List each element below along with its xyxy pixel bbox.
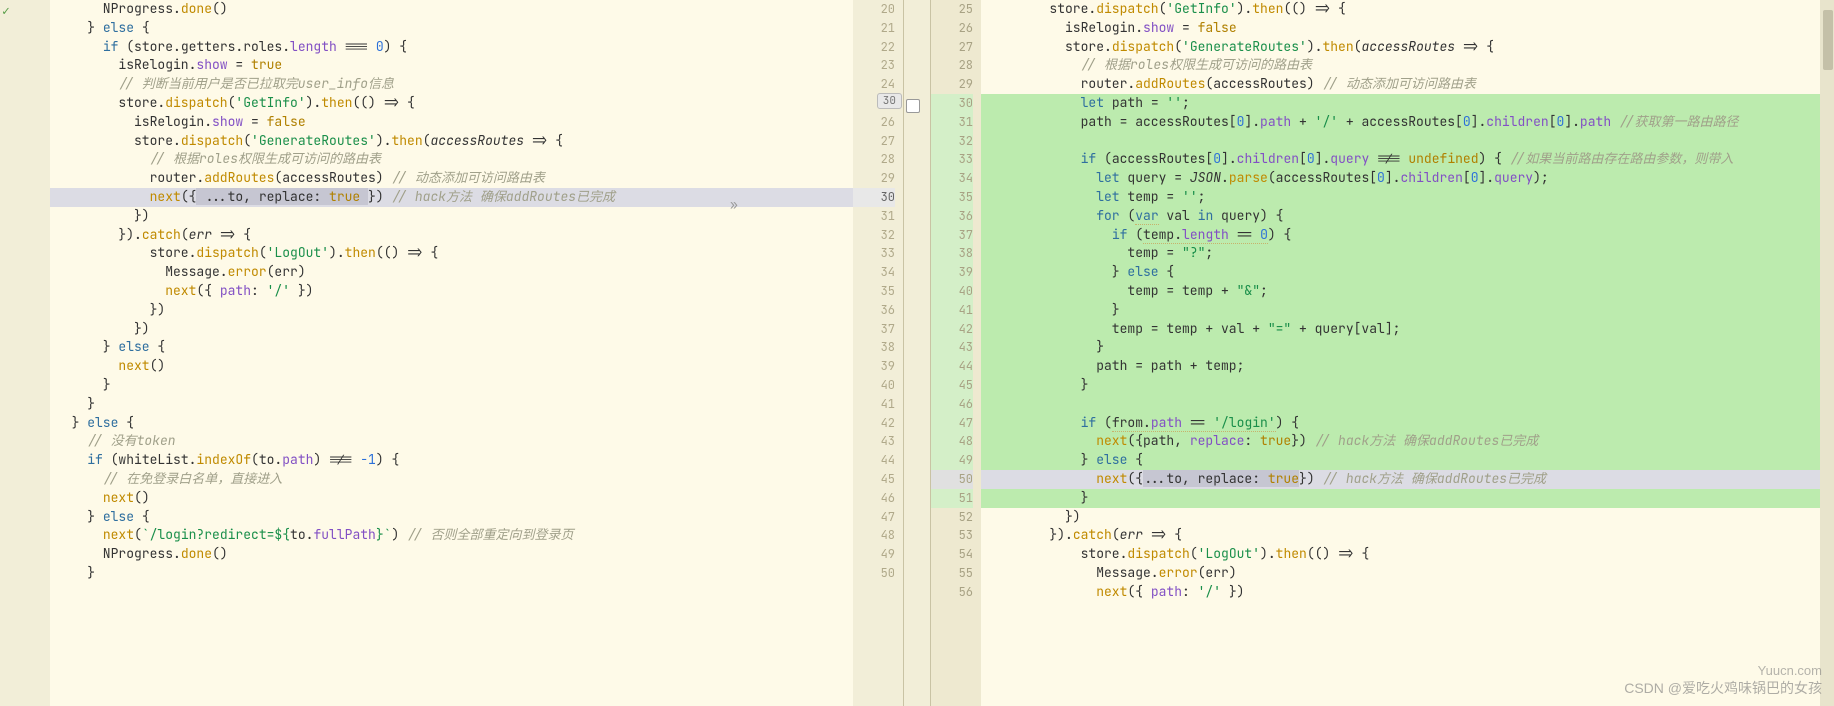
watermark-yuucn: Yuucn.com — [1758, 663, 1822, 678]
left-gutter — [0, 0, 50, 706]
minimap-thumb[interactable] — [1823, 10, 1833, 70]
left-code[interactable]: NProgress.done() } else { if (store.gett… — [50, 0, 853, 706]
line-badge-30[interactable]: 30 — [877, 93, 902, 109]
right-pane[interactable]: ⚠ 25262728293031323334353637383940414243… — [931, 0, 1834, 706]
watermark-csdn: CSDN @爱吃火鸡味锅巴的女孩 — [1624, 678, 1822, 698]
left-pane[interactable]: ✓ NProgress.done() } else { if (store.ge… — [0, 0, 903, 706]
checkbox-icon[interactable] — [906, 99, 920, 113]
diff-viewer: ✓ NProgress.done() } else { if (store.ge… — [0, 0, 1834, 706]
diff-arrow-icon[interactable]: » — [730, 196, 738, 213]
right-code[interactable]: store.dispatch('GetInfo').then(() => { i… — [981, 0, 1834, 706]
status-check-icon: ✓ — [2, 2, 10, 19]
minimap[interactable] — [1820, 0, 1834, 706]
right-gutter: 2526272829303132333435363738394041424344… — [931, 0, 981, 706]
divider[interactable]: 30 — [903, 0, 931, 706]
